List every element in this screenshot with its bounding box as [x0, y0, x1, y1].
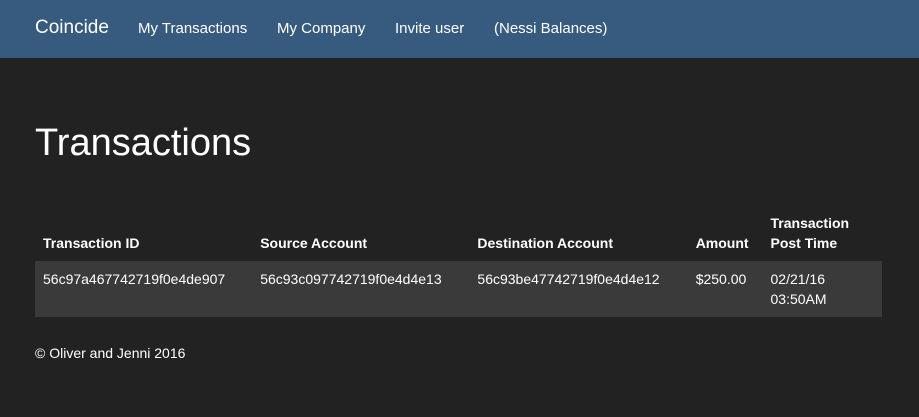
column-header-transaction-id: Transaction ID [43, 235, 140, 251]
cell-transaction-id: 56c97a467742719f0e4de907 [35, 261, 253, 317]
cell-amount: $250.00 [687, 261, 763, 317]
cell-source-account: 56c93c097742719f0e4d4e13 [252, 261, 470, 317]
table-header-row: Transaction ID Source Account Destinatio… [35, 207, 882, 261]
nav-invite-user[interactable]: Invite user [395, 20, 464, 38]
table-row: 56c97a467742719f0e4de907 56c93c097742719… [35, 261, 882, 317]
page-title: Transactions [35, 122, 252, 164]
cell-destination-account: 56c93be47742719f0e4d4e12 [469, 261, 688, 317]
column-header-amount: Amount [695, 235, 749, 251]
column-header-source-account: Source Account [260, 235, 368, 251]
nav-nessi-balances[interactable]: (Nessi Balances) [494, 20, 607, 38]
column-header-post-time: Transaction Post Time [770, 215, 850, 251]
nav-my-company[interactable]: My Company [277, 20, 365, 38]
cell-post-time: 02/21/16 03:50AM [762, 261, 882, 317]
transactions-table: Transaction ID Source Account Destinatio… [35, 207, 882, 317]
navbar: Coincide My Transactions My Company Invi… [0, 0, 919, 58]
nav-my-transactions[interactable]: My Transactions [138, 20, 247, 38]
brand-link[interactable]: Coincide [35, 17, 109, 39]
column-header-destination-account: Destination Account [477, 235, 614, 251]
footer-copyright: © Oliver and Jenni 2016 [35, 345, 186, 361]
